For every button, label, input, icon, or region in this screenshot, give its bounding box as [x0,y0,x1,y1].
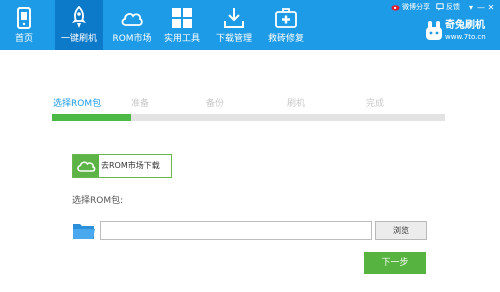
nav-rom-market[interactable]: ROM市场 [108,0,156,50]
brand-url: www.7to.cn [445,33,486,41]
nav-download-manager[interactable]: 下载管理 [210,0,258,50]
weibo-share-label: 微博分享 [402,3,430,11]
nav-label: 一键刷机 [60,34,97,44]
feedback-label: 反馈 [446,3,460,11]
browse-button[interactable]: 浏览 [375,221,427,240]
minimize-button[interactable]: — [476,3,486,12]
nav-label: 救砖修复 [267,34,304,44]
rom-path-input[interactable] [100,221,372,240]
step-select-rom: 选择ROM包 [53,99,102,109]
nav-home[interactable]: 首页 [0,0,48,50]
nav-label: ROM市场 [112,34,152,44]
download-icon [224,8,244,28]
brand-logo: 奇兔刷机 www.7to.cn [425,19,497,45]
folder-icon[interactable] [72,221,96,241]
nav-brick-repair[interactable]: 救砖修复 [262,0,310,50]
weibo-icon [391,5,400,11]
step-flash: 刷机 [287,99,306,109]
progress-bar [52,114,445,121]
phone-icon [17,7,31,29]
step-prepare: 准备 [131,99,150,109]
cloud-icon [121,12,143,26]
close-button[interactable]: ✕ [486,3,496,12]
rom-market-download-label: 去ROM市场下载 [101,161,160,170]
cloud-icon [73,155,99,177]
grid-icon [172,8,192,28]
rocket-icon [72,6,86,28]
menu-dropdown-button[interactable]: ▾ [466,3,476,12]
medkit-icon [275,8,297,28]
nav-tools[interactable]: 实用工具 [158,0,206,50]
brand-title: 奇兔刷机 [445,20,485,31]
next-step-button[interactable]: 下一步 [364,252,426,274]
rabbit-icon [426,21,442,40]
progress-fill [52,114,131,121]
nav-one-click-flash[interactable]: 一键刷机 [55,0,103,50]
nav-label: 下载管理 [215,34,252,44]
top-links: 微博分享 反馈 ▾ — ✕ [391,1,496,13]
feedback-link[interactable]: 反馈 [436,2,460,12]
weibo-share-link[interactable]: 微博分享 [391,2,430,12]
feedback-icon [436,3,444,11]
select-rom-label: 选择ROM包: [72,196,124,206]
nav-label: 首页 [14,34,33,44]
top-bar: 首页 一键刷机 ROM市场 实用工具 下载管理 救砖修复 微博分享 反馈 ▾ —… [0,0,500,50]
step-backup: 备份 [206,99,225,109]
rom-market-download-button[interactable]: 去ROM市场下载 [72,154,172,178]
step-complete: 完成 [366,99,385,109]
nav-label: 实用工具 [163,34,200,44]
